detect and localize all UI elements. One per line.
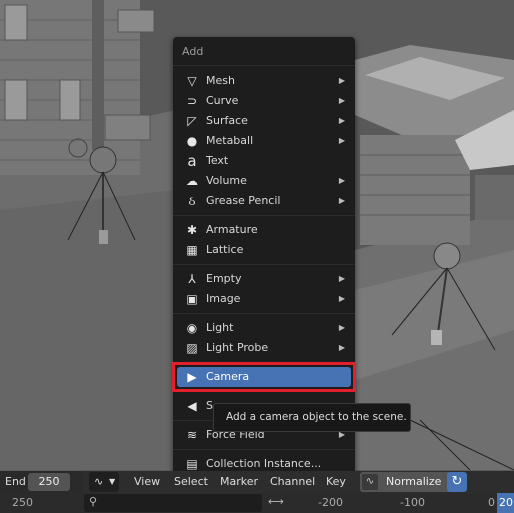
timeline-ruler[interactable]: 250 ⚲ ⟷ -200 -100 0 20 [0, 493, 514, 513]
sync-icon[interactable]: ↻ [447, 472, 467, 492]
volume-icon: ☁ [186, 174, 198, 188]
grease-pencil-icon: ઠ [188, 194, 196, 208]
menu-item-label: Armature [206, 223, 258, 236]
chevron-down-icon: ▼ [109, 477, 116, 486]
image-icon: ▣ [186, 292, 198, 306]
menu-item-label: Curve [206, 94, 239, 107]
menu-item-label: Volume [206, 174, 247, 187]
mesh-icon: ▽ [187, 74, 197, 88]
menu-divider [173, 65, 355, 66]
camera-highlight-box [172, 362, 356, 392]
submenu-arrow-icon: ▶ [338, 76, 345, 85]
menu-channel[interactable]: Channel [266, 473, 319, 491]
light-icon: ◉ [186, 321, 198, 335]
submenu-arrow-icon: ▶ [338, 176, 345, 185]
search-input[interactable]: ⚲ [84, 494, 262, 512]
empty-icon: ⅄ [188, 272, 196, 286]
submenu-arrow-icon: ▶ [338, 274, 345, 283]
menu-item-curve[interactable]: ⊃ Curve ▶ [177, 91, 351, 111]
light-probe-icon: ▨ [186, 341, 198, 355]
normalize-checkbox-icon: ∿ [362, 474, 378, 490]
current-frame-indicator[interactable]: 20 [497, 493, 514, 513]
editor-type-dropdown[interactable]: ∿ ▼ [89, 472, 119, 492]
menu-item-label: Surface [206, 114, 248, 127]
menu-view[interactable]: View [130, 473, 164, 491]
lattice-icon: ▦ [186, 243, 198, 257]
menu-item-grease-pencil[interactable]: ઠ Grease Pencil ▶ [177, 191, 351, 211]
search-icon: ⚲ [89, 495, 98, 508]
submenu-arrow-icon: ▶ [338, 116, 345, 125]
menu-item-armature[interactable]: ✱ Armature [177, 220, 351, 240]
menu-divider [173, 215, 355, 216]
menu-item-light[interactable]: ◉ Light ▶ [177, 318, 351, 338]
swap-icon[interactable]: ⟷ [268, 495, 284, 508]
menu-title: Add [182, 45, 204, 58]
menu-divider [173, 313, 355, 314]
menu-item-label: Light [206, 321, 234, 334]
menu-divider [173, 449, 355, 450]
menu-item-lattice[interactable]: ▦ Lattice [177, 240, 351, 260]
submenu-arrow-icon: ▶ [338, 294, 345, 303]
menu-marker[interactable]: Marker [216, 473, 262, 491]
metaball-icon: ● [186, 134, 198, 148]
submenu-arrow-icon: ▶ [338, 323, 345, 332]
menu-item-light-probe[interactable]: ▨ Light Probe ▶ [177, 338, 351, 358]
submenu-arrow-icon: ▶ [338, 196, 345, 205]
menu-item-label: Image [206, 292, 241, 305]
editor-header: ∿ ▼ View Select Marker Channel Key ∿ Norm… [82, 471, 514, 493]
menu-select[interactable]: Select [170, 473, 212, 491]
menu-item-image[interactable]: ▣ Image ▶ [177, 289, 351, 309]
menu-item-label: Text [206, 154, 229, 167]
menu-item-surface[interactable]: ◸ Surface ▶ [177, 111, 351, 131]
menu-item-label: Empty [206, 272, 242, 285]
submenu-arrow-icon: ▶ [338, 96, 345, 105]
speaker-icon: ◀ [187, 399, 197, 413]
curve-icon: ⊃ [186, 94, 198, 108]
end-label: End [5, 475, 26, 488]
menu-item-label: Lattice [206, 243, 244, 256]
collection-instance-icon: ▤ [186, 457, 198, 471]
camera-tooltip: Add a camera object to the scene. [213, 403, 411, 432]
menu-item-metaball[interactable]: ● Metaball ▶ [177, 131, 351, 151]
menu-item-volume[interactable]: ☁ Volume ▶ [177, 171, 351, 191]
force-field-icon: ≋ [186, 428, 198, 442]
menu-item-label: S [206, 399, 213, 412]
frame-tick-label: -100 [400, 496, 425, 509]
menu-item-empty[interactable]: ⅄ Empty ▶ [177, 269, 351, 289]
submenu-arrow-icon: ▶ [338, 343, 345, 352]
menu-item-mesh[interactable]: ▽ Mesh ▶ [177, 71, 351, 91]
end-frame-field[interactable]: 250 [28, 473, 70, 491]
menu-divider [173, 264, 355, 265]
menu-item-label: Mesh [206, 74, 235, 87]
graph-editor-icon: ∿ [94, 475, 104, 488]
menu-key[interactable]: Key [322, 473, 350, 491]
timeline-range: End 250 [0, 471, 82, 493]
menu-item-label: Grease Pencil [206, 194, 281, 207]
menu-item-text[interactable]: a Text [177, 151, 351, 171]
menu-item-label: Metaball [206, 134, 254, 147]
text-icon: a [187, 152, 197, 170]
menu-item-label: Light Probe [206, 341, 269, 354]
surface-icon: ◸ [187, 114, 197, 128]
armature-icon: ✱ [186, 223, 198, 237]
frame-tick-label: -200 [318, 496, 343, 509]
normalize-label: Normalize [386, 475, 442, 488]
frame-tick-label: 250 [12, 496, 33, 509]
submenu-arrow-icon: ▶ [338, 136, 345, 145]
frame-tick-label: 0 [488, 496, 495, 509]
